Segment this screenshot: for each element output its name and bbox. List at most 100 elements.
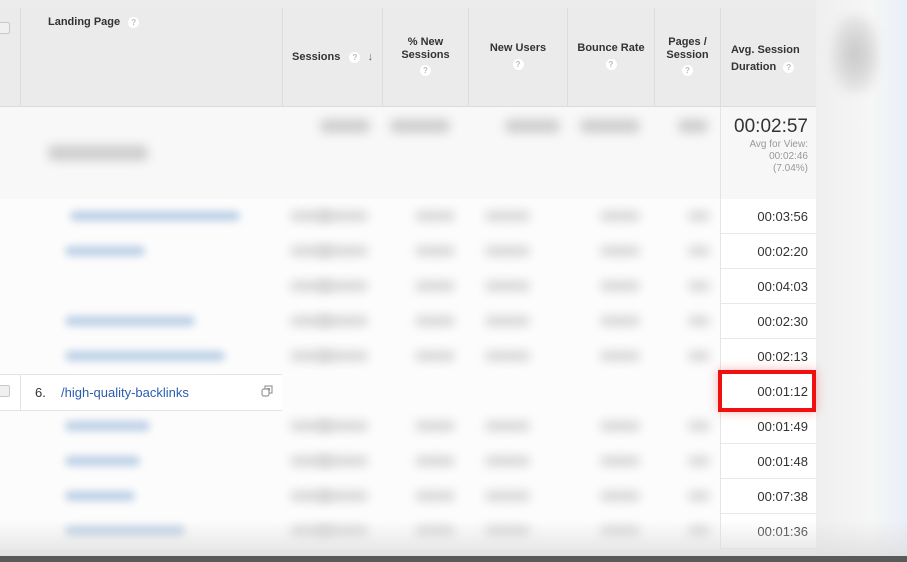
- col-landing-page[interactable]: Landing Page ?: [20, 8, 282, 106]
- blurred-metric-value: [600, 281, 640, 291]
- blurred-metric-value: [688, 351, 710, 361]
- open-external-icon[interactable]: [261, 384, 273, 397]
- avg-session-duration-cell: 00:01:49: [720, 409, 816, 444]
- avg-session-duration-cell: 00:07:38: [720, 479, 816, 514]
- avg-session-duration-cell: 00:04:03: [720, 269, 816, 304]
- help-icon[interactable]: ?: [128, 16, 140, 28]
- blurred-metric-value: [688, 456, 710, 466]
- avg-session-duration-cell: 00:02:13: [720, 339, 816, 374]
- blurred-landing-page-link[interactable]: [65, 246, 145, 256]
- analytics-table-screenshot: Landing Page ? Sessions ? ↓ % New Sessio…: [0, 0, 907, 562]
- col-avg-session-duration-label-1: Avg. Session: [731, 44, 800, 56]
- blurred-header-content: [830, 14, 880, 94]
- col-new-users[interactable]: New Users ?: [468, 8, 567, 106]
- blurred-metric-value: [415, 421, 455, 431]
- blurred-metric-value: [415, 246, 455, 256]
- table-row[interactable]: 00:03:56: [0, 199, 816, 234]
- blurred-metric-value: [485, 281, 530, 291]
- blurred-metric-value: [415, 316, 455, 326]
- table-row[interactable]: 00:02:20: [0, 234, 816, 269]
- table-row[interactable]: 00:01:49: [0, 409, 816, 444]
- avg-session-duration-cell: 00:01:36: [720, 514, 816, 549]
- col-bounce-rate[interactable]: Bounce Rate ?: [567, 8, 654, 106]
- col-sessions-label: Sessions: [292, 51, 341, 63]
- blurred-landing-page-link[interactable]: [65, 316, 195, 326]
- blurred-metric-value: [600, 491, 640, 501]
- help-icon[interactable]: ?: [420, 65, 431, 76]
- blurred-metric-value: [318, 491, 368, 501]
- blurred-metric-value: [415, 211, 455, 221]
- col-sessions[interactable]: Sessions ? ↓: [282, 8, 382, 106]
- highlight-box: [718, 370, 816, 412]
- blurred-metric-value: [485, 491, 530, 501]
- col-bounce-rate-label: Bounce Rate: [577, 42, 645, 54]
- help-icon[interactable]: ?: [783, 61, 795, 73]
- blurred-metric-value: [688, 211, 710, 221]
- blurred-metric-value: [415, 491, 455, 501]
- blurred-metric-value: [600, 211, 640, 221]
- blurred-metric-value: [485, 351, 530, 361]
- sort-descending-icon[interactable]: ↓: [367, 51, 373, 63]
- blurred-value: [390, 119, 450, 133]
- blurred-metric-value: [485, 456, 530, 466]
- landing-page-link[interactable]: /high-quality-backlinks: [61, 385, 189, 400]
- blurred-landing-page-link[interactable]: [65, 421, 150, 431]
- blurred-metric-value: [485, 316, 530, 326]
- col-avg-session-duration[interactable]: Avg. Session Duration ?: [720, 8, 816, 106]
- col-avg-session-duration-label-2: Duration: [731, 61, 777, 73]
- blurred-metric-value: [485, 421, 530, 431]
- avg-for-view-label: Avg for View:: [749, 139, 808, 150]
- summary-duration-value: 00:02:57: [734, 116, 808, 137]
- blurred-landing-page-link[interactable]: [70, 211, 240, 221]
- blurred-metric-value: [415, 281, 455, 291]
- col-pages-session[interactable]: Pages / Session ?: [654, 8, 720, 106]
- table-row[interactable]: 00:01:36: [0, 514, 816, 549]
- blurred-metric-value: [688, 281, 710, 291]
- blurred-metric-value: [688, 421, 710, 431]
- blurred-metric-value: [415, 351, 455, 361]
- help-icon[interactable]: ?: [682, 65, 693, 76]
- blurred-value: [580, 119, 640, 133]
- col-pct-new-sessions-label-1: % New: [407, 36, 444, 48]
- blurred-metric-value: [485, 211, 530, 221]
- table-row[interactable]: 00:01:48: [0, 444, 816, 479]
- blurred-metric-value: [318, 421, 368, 431]
- col-pct-new-sessions-label-2: Sessions: [401, 49, 450, 61]
- table-row[interactable]: 00:04:03: [0, 269, 816, 304]
- blurred-metric-value: [415, 456, 455, 466]
- select-all-checkbox[interactable]: [0, 22, 10, 34]
- blurred-metric-value: [318, 456, 368, 466]
- blurred-value: [678, 119, 708, 133]
- blurred-metric-value: [688, 246, 710, 256]
- select-all-cell: [0, 8, 20, 106]
- blurred-metric-value: [688, 491, 710, 501]
- blurred-metric-value: [688, 526, 710, 536]
- blurred-value: [320, 119, 370, 133]
- bottom-edge: [0, 556, 907, 562]
- avg-for-view-delta: (7.04%): [772, 163, 808, 174]
- table-row[interactable]: 00:02:30: [0, 304, 816, 339]
- col-pages-session-label-1: Pages /: [668, 36, 707, 48]
- summary-row: 00:02:57 Avg for View: 00:02:46 (7.04%): [0, 107, 816, 199]
- blurred-metric-value: [415, 526, 455, 536]
- help-icon[interactable]: ?: [605, 59, 617, 70]
- blurred-metric-value: [485, 246, 530, 256]
- divider: [20, 375, 21, 410]
- help-icon[interactable]: ?: [512, 59, 524, 70]
- blurred-metric-value: [600, 526, 640, 536]
- blurred-landing-page-link[interactable]: [65, 491, 135, 501]
- table-row[interactable]: 00:02:13: [0, 339, 816, 374]
- blurred-metric-value: [600, 351, 640, 361]
- table-row[interactable]: 00:07:38: [0, 479, 816, 514]
- avg-for-view-value: 00:02:46: [769, 151, 808, 162]
- blurred-landing-page-link[interactable]: [65, 351, 225, 361]
- help-icon[interactable]: ?: [349, 51, 361, 63]
- row-checkbox[interactable]: [0, 385, 10, 397]
- summary-avg-session-duration: 00:02:57 Avg for View: 00:02:46 (7.04%): [720, 107, 816, 199]
- avg-session-duration-cell: 00:02:30: [720, 304, 816, 339]
- blurred-landing-page-link[interactable]: [65, 526, 185, 536]
- col-pct-new-sessions[interactable]: % New Sessions ?: [382, 8, 468, 106]
- table-row-highlighted[interactable]: 6. /high-quality-backlinks: [0, 374, 282, 411]
- blurred-landing-page-link[interactable]: [65, 456, 140, 466]
- col-landing-page-label: Landing Page: [48, 16, 121, 28]
